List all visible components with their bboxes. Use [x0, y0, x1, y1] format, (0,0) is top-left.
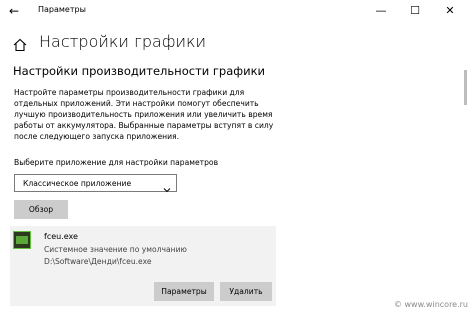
app-graphics-setting: Системное значение по умолчанию: [44, 245, 187, 254]
description: Настройте параметры производительности г…: [14, 88, 274, 141]
maximize-button[interactable]: ☐: [398, 0, 432, 22]
section-title: Настройки производительности графики: [13, 64, 266, 78]
window-title: Параметры: [38, 5, 86, 14]
minimize-button[interactable]: —: [364, 0, 398, 22]
app-name: fceu.exe: [44, 232, 78, 241]
page-title: Настройки графики: [39, 32, 207, 51]
home-icon[interactable]: [13, 37, 27, 52]
options-button[interactable]: Параметры: [154, 282, 214, 301]
app-type-dropdown[interactable]: Классическое приложение: [14, 174, 177, 193]
chevron-down-icon: [163, 179, 171, 193]
app-icon: [13, 231, 31, 249]
select-label: Выберите приложение для настройки параме…: [14, 158, 219, 167]
scrollbar[interactable]: [464, 70, 467, 105]
dropdown-value: Классическое приложение: [23, 179, 132, 188]
remove-button[interactable]: Удалить: [220, 282, 272, 301]
browse-button[interactable]: Обзор: [14, 200, 68, 219]
app-path: D:\Software\Денди\fceu.exe: [44, 257, 152, 266]
app-list-item[interactable]: fceu.exe Системное значение по умолчанию…: [10, 226, 276, 306]
back-button[interactable]: ←: [6, 3, 22, 19]
close-button[interactable]: ✕: [433, 0, 467, 22]
title-bar: ← Параметры — ☐ ✕: [0, 0, 474, 22]
watermark: © www.wincore.ru: [393, 300, 468, 309]
